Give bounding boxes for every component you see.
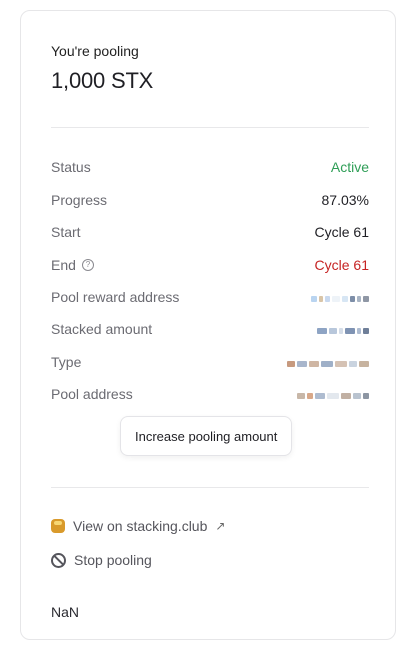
pancake-icon [51,519,65,533]
external-arrow-icon: ↗ [215,519,226,533]
pool-reward-address-label: Pool reward address [51,289,180,305]
stacked-amount-value [317,325,369,337]
row-status: Status Active [51,159,369,179]
question-circle-icon[interactable]: ? [81,259,94,271]
end-label-wrap: End ? [51,257,94,273]
row-pool-reward-address: Pool reward address [51,289,369,309]
row-pool-address: Pool address [51,386,369,406]
view-stacking-club-label: View on stacking.club [73,518,208,534]
pool-address-value [297,390,369,402]
stop-pooling-button[interactable]: Stop pooling [51,552,152,568]
type-label: Type [51,354,82,370]
row-type: Type [51,354,369,374]
status-value: Active [330,159,369,175]
increase-pooling-button[interactable]: Increase pooling amount [120,416,293,456]
pooling-card: You're pooling 1,000 STX Status Active P… [20,10,396,640]
pooling-eyebrow: You're pooling [51,43,139,59]
type-value [287,358,369,370]
end-label: End [51,257,76,273]
divider-top [51,127,369,128]
status-label: Status [51,159,91,175]
stacked-amount-label: Stacked amount [51,321,153,337]
view-stacking-club-link[interactable]: View on stacking.club ↗ [51,518,225,534]
row-start: Start Cycle 61 [51,224,369,244]
divider-bottom [51,487,369,488]
start-label: Start [51,224,81,240]
row-stacked-amount: Stacked amount [51,321,369,341]
end-value: Cycle 61 [314,257,369,273]
nan-text: NaN [51,604,80,620]
pool-address-label: Pool address [51,386,133,402]
pool-reward-address-value [311,293,369,305]
progress-value: 87.03% [321,192,369,208]
progress-label: Progress [51,192,108,208]
pooling-amount: 1,000 STX [51,68,154,93]
row-progress: Progress 87.03% [51,192,369,212]
ban-icon [51,552,66,568]
start-value: Cycle 61 [314,224,369,240]
stop-pooling-label: Stop pooling [74,552,152,568]
row-end: End ? Cycle 61 [51,257,369,277]
